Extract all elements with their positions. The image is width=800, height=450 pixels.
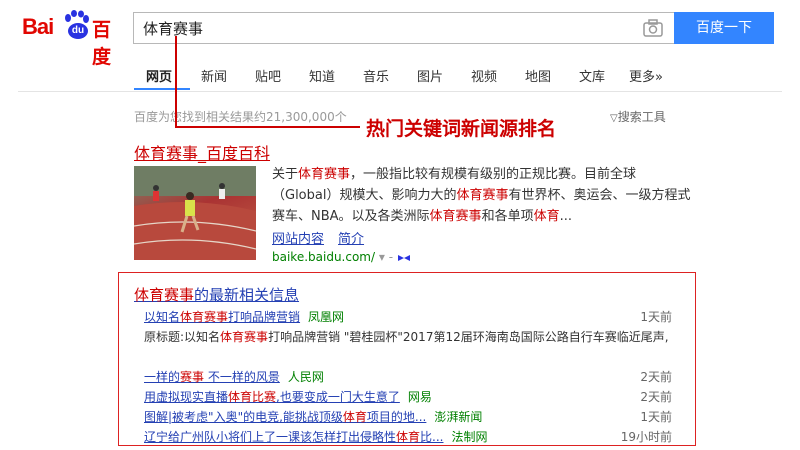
search-input[interactable]	[133, 12, 674, 44]
news-title-part: 辽宁给广州队小将们上了一课该怎样打出侵略性	[144, 430, 397, 444]
tab-zhidao[interactable]: 知道	[309, 66, 335, 85]
news-title-part: 一样的	[144, 370, 181, 384]
news-title-keyword: 体育比赛	[228, 390, 277, 404]
camera-icon[interactable]	[642, 18, 664, 38]
news-item[interactable]: 辽宁给广州队小将们上了一课该怎样打出侵略性体育比... 法制网	[144, 428, 488, 445]
sublink-site-content[interactable]: 网站内容	[272, 232, 324, 247]
news-snippet: 原标题:以知名体育赛事打响品牌营销 "碧桂园杯"2017第12届环海南岛国际公路…	[144, 327, 674, 347]
news-item-title[interactable]: 用虚拟现实直播体育比赛,也要变成一门大生意了	[144, 390, 400, 404]
snippet-keyword: 体育赛事	[298, 167, 351, 182]
infinity-icon	[397, 254, 410, 261]
logo-bai: Bai	[22, 14, 54, 39]
news-time: 2天前	[640, 390, 672, 404]
result-thumbnail[interactable]	[134, 166, 256, 260]
tab-wenku[interactable]: 文库	[579, 66, 605, 85]
search-tools-label: 搜索工具	[617, 110, 666, 124]
logo-du: du	[68, 23, 88, 39]
news-snippet-part: 打响品牌营销 "碧桂园杯"2017第12届环海南岛国际公路自行车赛临近尾声,	[268, 330, 669, 344]
tab-images[interactable]: 图片	[417, 66, 443, 85]
result-url-text: baike.baidu.com/	[272, 250, 376, 264]
news-title-keyword: 体育赛事	[180, 310, 229, 324]
news-item[interactable]: 用虚拟现实直播体育比赛,也要变成一门大生意了 网易	[144, 388, 432, 405]
news-title-part: 以知名	[144, 310, 181, 324]
news-source: 人民网	[287, 370, 324, 384]
news-item-title[interactable]: 辽宁给广州队小将们上了一课该怎样打出侵略性体育比...	[144, 430, 443, 444]
result-url[interactable]: baike.baidu.com/ ▾ -	[272, 250, 411, 264]
filter-icon: ▽	[610, 113, 618, 124]
dropdown-arrow-icon[interactable]: ▾ -	[379, 250, 393, 264]
snippet-keyword: 体育赛事	[429, 209, 482, 224]
news-title-keyword: 体育	[396, 430, 421, 444]
news-time: 19小时前	[620, 430, 672, 444]
news-snippet-keyword: 体育赛事	[220, 330, 269, 344]
result-count: 百度为您找到相关结果约21,300,000个	[134, 110, 347, 124]
news-source: 网易	[407, 390, 432, 404]
sublink-intro[interactable]: 简介	[338, 232, 364, 247]
search-tools[interactable]: ▽搜索工具	[610, 108, 666, 125]
snippet-part: 关于	[272, 167, 299, 182]
news-time: 2天前	[640, 370, 672, 384]
news-title-part: 打响品牌营销	[228, 310, 301, 324]
search-button[interactable]: 百度一下	[674, 12, 774, 44]
news-item-title[interactable]: 图解|被考虑"入奥"的电竞,能挑战顶级体育项目的地...	[144, 410, 426, 424]
tab-video[interactable]: 视频	[471, 66, 497, 85]
news-title-part: 项目的地...	[366, 410, 427, 424]
news-source: 澎湃新闻	[434, 410, 483, 424]
news-title-part: 比...	[420, 430, 444, 444]
news-title-part: 不一样的风景	[204, 370, 280, 384]
news-section-title[interactable]: 体育赛事的最新相关信息	[134, 284, 299, 305]
runner-photo	[134, 166, 256, 260]
news-item[interactable]: 一样的赛事 不一样的风景 人民网	[144, 368, 324, 385]
tab-music[interactable]: 音乐	[363, 66, 389, 85]
tabs-divider	[18, 91, 782, 92]
tab-map[interactable]: 地图	[525, 66, 551, 85]
snippet-keyword: 体育赛事	[456, 188, 509, 203]
news-time: 1天前	[640, 410, 672, 424]
annotation-line-horizontal	[175, 126, 360, 128]
nav-tabs	[0, 57, 800, 91]
result-title[interactable]: 体育赛事_百度百科	[134, 140, 270, 164]
news-source: 法制网	[451, 430, 488, 444]
tab-web[interactable]: 网页	[146, 66, 172, 85]
result-snippet: 关于体育赛事，一般指比较有规模有级别的正规比赛。目前全球（Global）规模大、…	[272, 164, 692, 227]
result-sublinks: 网站内容 简介	[272, 228, 378, 247]
news-snippet-part: 原标题:以知名	[144, 330, 221, 344]
snippet-keyword: 体育	[533, 209, 560, 224]
annotation-line-vertical	[175, 36, 177, 128]
annotation-label: 热门关键词新闻源排名	[366, 118, 557, 140]
result-title-rest: _百度百科	[198, 144, 271, 163]
tab-more[interactable]: 更多»	[629, 66, 663, 85]
news-title-keyword: 体育赛事	[134, 286, 195, 304]
news-item-title[interactable]: 以知名体育赛事打响品牌营销	[144, 310, 300, 324]
snippet-part: ...	[559, 209, 572, 224]
news-time: 1天前	[640, 310, 672, 324]
news-item-title[interactable]: 一样的赛事 不一样的风景	[144, 370, 280, 384]
tab-tieba[interactable]: 贴吧	[255, 66, 281, 85]
search-value[interactable]: 体育赛事	[143, 18, 203, 39]
news-title-rest: 的最新相关信息	[194, 286, 300, 304]
news-item[interactable]: 以知名体育赛事打响品牌营销 凤凰网	[144, 308, 344, 325]
result-title-keyword: 体育赛事	[134, 144, 199, 163]
news-title-part: ,也要变成一门大生意了	[276, 390, 400, 404]
news-title-keyword: 赛事	[180, 370, 205, 384]
tab-news[interactable]: 新闻	[201, 66, 227, 85]
news-title-part: 用虚拟现实直播	[144, 390, 229, 404]
baidu-logo[interactable]: Bai du 百度	[22, 10, 122, 68]
news-item[interactable]: 图解|被考虑"入奥"的电竞,能挑战顶级体育项目的地... 澎湃新闻	[144, 408, 482, 425]
news-title-part: 图解|被考虑"入奥"的电竞,能挑战顶级	[144, 410, 343, 424]
news-title-keyword: 体育	[342, 410, 367, 424]
snippet-part: 和各单项	[481, 209, 534, 224]
news-source: 凤凰网	[308, 310, 345, 324]
active-tab-indicator	[134, 88, 190, 90]
